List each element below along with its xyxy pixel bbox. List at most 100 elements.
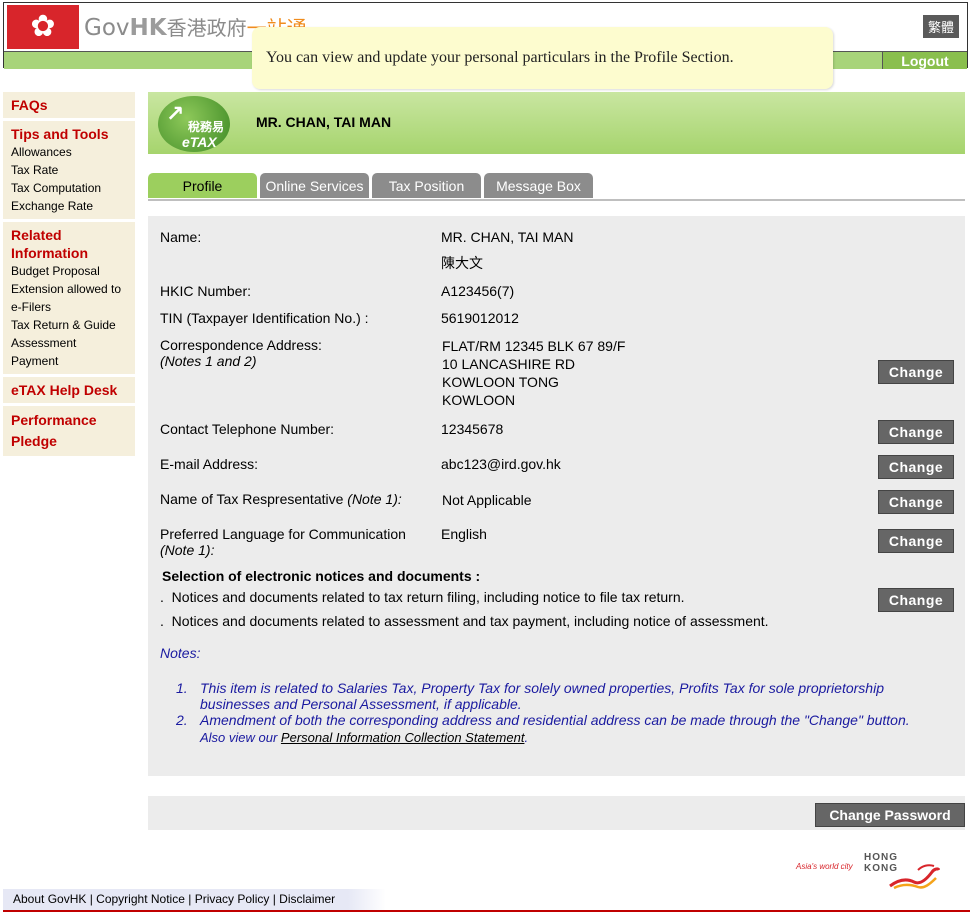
- sidebar-item-tax-computation[interactable]: Tax Computation: [11, 179, 127, 197]
- address-line-2: 10 LANCASHIRE RD: [442, 356, 576, 372]
- change-email-button[interactable]: Change: [878, 455, 954, 479]
- tax-rep-note: (Note 1):: [347, 491, 402, 507]
- note-1-line-1: This item is related to Salaries Tax, Pr…: [200, 680, 884, 696]
- logout-button[interactable]: Logout: [882, 51, 967, 69]
- sidebar-item-extension[interactable]: Extension allowed to e-Filers: [11, 280, 127, 316]
- sidebar-item-tax-return-guide[interactable]: Tax Return & Guide: [11, 316, 127, 334]
- logo-gov-text: Gov: [84, 15, 130, 41]
- sidebar: FAQs Tips and Tools Allowances Tax Rate …: [3, 92, 135, 459]
- tab-bar: Profile Online Services Tax Position Mes…: [148, 173, 965, 201]
- logo-cn-text: 香港政府: [166, 16, 247, 40]
- email-value: abc123@ird.gov.hk: [441, 456, 561, 472]
- footer-divider: [3, 910, 970, 912]
- footer-about-link[interactable]: About GovHK: [13, 892, 86, 906]
- name-chinese-value: 陳大文: [441, 256, 483, 272]
- bauhinia-flag-icon: ✿: [7, 5, 79, 49]
- notes-title: Notes:: [160, 645, 201, 661]
- change-address-button[interactable]: Change: [878, 360, 954, 384]
- notice-item-2: . Notices and documents related to asses…: [160, 613, 769, 629]
- footer-copyright-link[interactable]: Copyright Notice: [96, 892, 185, 906]
- electronic-notices-heading: Selection of electronic notices and docu…: [162, 568, 481, 584]
- password-bar: Change Password: [148, 796, 965, 830]
- sidebar-related-title[interactable]: Related Information: [11, 226, 127, 262]
- notice-item-1-text: Notices and documents related to tax ret…: [171, 589, 685, 605]
- bullet-2: .: [160, 613, 164, 629]
- sidebar-tips-title[interactable]: Tips and Tools: [11, 125, 127, 143]
- telephone-label: Contact Telephone Number:: [160, 421, 335, 437]
- footer-separator-3: |: [269, 892, 280, 906]
- change-notices-button[interactable]: Change: [878, 588, 954, 612]
- note-2-suffix: .: [524, 730, 529, 745]
- sidebar-related-block: Related Information Budget Proposal Exte…: [3, 222, 135, 374]
- language-value: English: [441, 526, 487, 542]
- notice-item-1: . Notices and documents related to tax r…: [160, 589, 685, 605]
- brand-hong-kong-logo: Asia's world city HONG KONG: [796, 852, 946, 892]
- brand-tagline: Asia's world city: [796, 862, 853, 871]
- note-2-line-2: Also view our Personal Information Colle…: [200, 730, 528, 745]
- telephone-value: 12345678: [441, 421, 504, 437]
- pics-link[interactable]: Personal Information Collection Statemen…: [281, 730, 525, 745]
- etax-logo-cn: 稅務易: [188, 120, 225, 134]
- name-value: MR. CHAN, TAI MAN: [441, 229, 574, 245]
- change-password-button[interactable]: Change Password: [815, 803, 965, 827]
- sidebar-item-tax-rate[interactable]: Tax Rate: [11, 161, 127, 179]
- note-2-number: 2.: [176, 712, 188, 728]
- sidebar-item-help-desk[interactable]: eTAX Help Desk: [11, 381, 127, 399]
- email-label: E-mail Address:: [160, 456, 259, 472]
- sidebar-item-performance-pledge[interactable]: Performance Pledge: [11, 410, 127, 452]
- profile-tooltip: You can view and update your personal pa…: [252, 27, 833, 89]
- sidebar-tips-block: Tips and Tools Allowances Tax Rate Tax C…: [3, 121, 135, 219]
- change-language-button[interactable]: Change: [878, 529, 954, 553]
- profile-panel: Name: MR. CHAN, TAI MAN 陳大文 HKIC Number:…: [148, 216, 965, 776]
- footer-separator-2: |: [184, 892, 195, 906]
- address-line-3: KOWLOON TONG: [442, 374, 559, 390]
- footer-disclaimer-link[interactable]: Disclaimer: [279, 892, 335, 906]
- sidebar-item-assessment[interactable]: Assessment: [11, 334, 127, 352]
- sidebar-item-exchange-rate[interactable]: Exchange Rate: [11, 197, 127, 215]
- etax-logo-icon: ↗ 稅務易 eTAX: [158, 96, 230, 152]
- bullet-1: .: [160, 589, 164, 605]
- sidebar-item-budget-proposal[interactable]: Budget Proposal: [11, 262, 127, 280]
- tin-value: 5619012012: [441, 310, 519, 326]
- language-label: Preferred Language for Communication: [160, 526, 406, 542]
- note-1-line-2: businesses and Personal Assessment, if a…: [200, 696, 522, 712]
- sidebar-item-allowances[interactable]: Allowances: [11, 143, 127, 161]
- change-tax-rep-button[interactable]: Change: [878, 490, 954, 514]
- address-line-1: FLAT/RM 12345 BLK 67 89/F: [442, 338, 626, 354]
- language-note: (Note 1):: [160, 542, 215, 558]
- footer-links: About GovHK | Copyright Notice | Privacy…: [13, 892, 335, 906]
- tab-message-box[interactable]: Message Box: [484, 173, 593, 198]
- traditional-chinese-button[interactable]: 繁體: [922, 15, 959, 38]
- address-line-4: KOWLOON: [442, 392, 516, 408]
- tab-tax-position[interactable]: Tax Position: [372, 173, 481, 198]
- notice-item-2-text: Notices and documents related to assessm…: [171, 613, 769, 629]
- dragon-icon: [889, 864, 940, 890]
- hkic-label: HKIC Number:: [160, 283, 252, 299]
- address-label: Correspondence Address:: [160, 337, 322, 353]
- etax-logo-en: eTAX: [182, 134, 217, 150]
- sidebar-helpdesk-block: eTAX Help Desk: [3, 377, 135, 403]
- address-note: (Notes 1 and 2): [160, 353, 257, 369]
- user-name: MR. CHAN, TAI MAN: [256, 114, 392, 130]
- footer-privacy-link[interactable]: Privacy Policy: [195, 892, 270, 906]
- etax-banner: ↗ 稅務易 eTAX MR. CHAN, TAI MAN: [148, 92, 965, 154]
- sidebar-pledge-block: Performance Pledge: [3, 406, 135, 456]
- footer: About GovHK | Copyright Notice | Privacy…: [3, 889, 386, 911]
- name-label: Name:: [160, 229, 202, 245]
- sidebar-faqs-block: FAQs: [3, 92, 135, 118]
- sidebar-item-payment[interactable]: Payment: [11, 352, 127, 370]
- tab-online-services[interactable]: Online Services: [260, 173, 369, 198]
- hkic-value: A123456(7): [441, 283, 515, 299]
- tin-label: TIN (Taxpayer Identification No.) :: [160, 310, 369, 326]
- tooltip-text: You can view and update your personal pa…: [266, 49, 734, 66]
- note-2-line-1: Amendment of both the corresponding addr…: [200, 712, 910, 728]
- footer-separator-1: |: [86, 892, 97, 906]
- tax-rep-value: Not Applicable: [442, 492, 532, 508]
- tax-rep-label: Name of Tax Respresentative (Note 1):: [160, 491, 402, 507]
- tab-profile[interactable]: Profile: [148, 173, 257, 198]
- note-1-number: 1.: [176, 680, 188, 696]
- change-telephone-button[interactable]: Change: [878, 420, 954, 444]
- tax-rep-label-text: Name of Tax Respresentative: [160, 491, 344, 507]
- sidebar-item-faqs[interactable]: FAQs: [11, 96, 127, 114]
- note-2-prefix: Also view our: [200, 730, 281, 745]
